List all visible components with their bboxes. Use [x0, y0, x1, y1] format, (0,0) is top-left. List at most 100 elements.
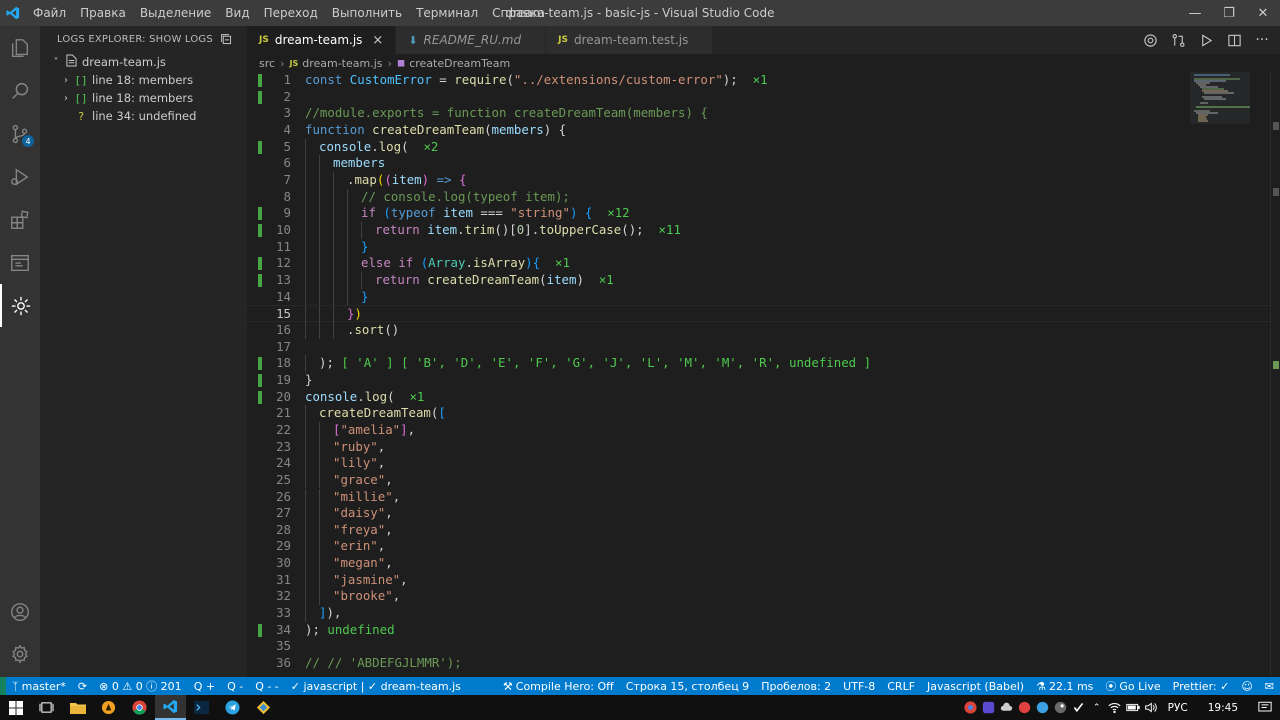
tree-log-node[interactable]: ? line 34: undefined	[40, 107, 247, 125]
prettier-status[interactable]: Prettier: ✓	[1167, 677, 1236, 695]
menu-item[interactable]: Файл	[26, 0, 73, 26]
tray-app-icon[interactable]	[1016, 695, 1034, 720]
start-button[interactable]	[0, 695, 31, 720]
code-line[interactable]: 1 const CustomError = require("../extensi…	[247, 72, 1280, 89]
tree-log-node[interactable]: ›[] line 18: members	[40, 89, 247, 107]
menu-item[interactable]: Выделение	[133, 0, 218, 26]
code-line[interactable]: 11}	[247, 238, 1280, 256]
search-button[interactable]	[0, 69, 40, 112]
battery-icon[interactable]	[1124, 695, 1142, 720]
code-line[interactable]: 8 // console.log(typeof item);	[247, 188, 1280, 206]
steam-tray-icon[interactable]	[1052, 695, 1070, 720]
code-line[interactable]: 12 else if (Array.isArray){ ×1	[247, 255, 1280, 272]
chevron-up-icon[interactable]: ⌃	[1088, 695, 1106, 720]
code-line[interactable]: 10 return item.trim()[0].toUpperCase(); ×…	[247, 221, 1280, 239]
code-line[interactable]: 18); [ 'A' ] [ 'B', 'D', 'E', 'F', 'G', …	[247, 355, 1280, 372]
menu-item[interactable]: Переход	[257, 0, 325, 26]
code-editor[interactable]: 1 const CustomError = require("../extensi…	[247, 72, 1280, 677]
code-line[interactable]: 23 "ruby",	[247, 438, 1280, 456]
code-line[interactable]: 28 "freya",	[247, 521, 1280, 539]
volume-icon[interactable]	[1142, 695, 1160, 720]
wifi-icon[interactable]	[1106, 695, 1124, 720]
zoom-out-button[interactable]: Q -	[221, 677, 249, 695]
code-line[interactable]: 34); undefined	[247, 622, 1280, 639]
minimize-icon[interactable]: —	[1178, 0, 1212, 26]
code-line[interactable]: 9 if (typeof item === "string") { ×12	[247, 205, 1280, 222]
code-line[interactable]: 13 return createDreamTeam(item) ×1	[247, 271, 1280, 289]
code-line[interactable]: 31 "jasmine",	[247, 571, 1280, 589]
code-line[interactable]: 5 console.log( ×2	[247, 138, 1280, 156]
menu-item[interactable]: Выполнить	[325, 0, 409, 26]
code-line[interactable]: 36 // // 'ABDEFGJLMMR');	[247, 655, 1280, 672]
menu-item[interactable]: Терминал	[409, 0, 485, 26]
app-diamond[interactable]	[248, 695, 279, 720]
code-line[interactable]: 2	[247, 89, 1280, 106]
eol-status[interactable]: CRLF	[881, 677, 921, 695]
vscode-app[interactable]	[155, 695, 186, 720]
tray-app-icon[interactable]	[980, 695, 998, 720]
code-line[interactable]: 24 "lily",	[247, 455, 1280, 472]
problems-status[interactable]: ⊗ 0 ⚠ 0 ⓘ 201	[93, 677, 188, 695]
code-line[interactable]: 4 function createDreamTeam(members) {	[247, 122, 1280, 139]
code-line[interactable]: 16 .sort()	[247, 321, 1280, 339]
tree-log-node[interactable]: ›[] line 18: members	[40, 71, 247, 89]
code-line[interactable]: 29 "erin",	[247, 538, 1280, 556]
code-line[interactable]: 3 //module.exports = function createDream…	[247, 105, 1280, 122]
extensions-button[interactable]	[0, 198, 40, 241]
breadcrumb-symbol[interactable]: createDreamTeam	[409, 57, 510, 70]
chevron-down-icon[interactable]: ˅	[49, 57, 63, 68]
accounts-button[interactable]	[0, 590, 40, 633]
branch-status[interactable]: ᛉ master*	[6, 677, 72, 695]
language-mode[interactable]: Javascript (Babel)	[921, 677, 1030, 695]
telegram-app[interactable]	[217, 695, 248, 720]
code-line[interactable]: 25 "grace",	[247, 471, 1280, 489]
code-line[interactable]: 27 "daisy",	[247, 505, 1280, 522]
cursor-position[interactable]: Строка 15, столбец 9	[620, 677, 755, 695]
run-icon[interactable]	[1194, 28, 1218, 52]
explorer-button[interactable]	[0, 26, 40, 69]
remote-explorer-button[interactable]	[0, 241, 40, 284]
timing-status[interactable]: ⚗ 22.1 ms	[1030, 677, 1099, 695]
chrome-app[interactable]	[124, 695, 155, 720]
tab-dream-team-test-js[interactable]: JS dream-team.test.js	[546, 26, 714, 54]
breadcrumb-folder[interactable]: src	[259, 57, 275, 70]
maximize-icon[interactable]: ❐	[1212, 0, 1246, 26]
code-line[interactable]: 26 "millie",	[247, 488, 1280, 506]
input-language[interactable]: РУС	[1160, 702, 1196, 714]
action-center-icon[interactable]	[1250, 695, 1280, 720]
notifications-icon[interactable]: ✉	[1259, 677, 1280, 695]
zoom-in-button[interactable]: Q +	[188, 677, 221, 695]
task-view-button[interactable]	[31, 695, 62, 720]
menu-item[interactable]: Правка	[73, 0, 133, 26]
file-explorer-app[interactable]	[62, 695, 93, 720]
code-line[interactable]: 14}	[247, 288, 1280, 306]
encoding-status[interactable]: UTF-8	[837, 677, 881, 695]
code-line[interactable]: 30 "megan",	[247, 555, 1280, 572]
indentation-status[interactable]: Пробелов: 2	[755, 677, 837, 695]
quokka-status[interactable]: ✓ javascript | ✓ dream-team.js	[285, 677, 467, 695]
code-line[interactable]: 17	[247, 339, 1280, 356]
terminal-app[interactable]	[186, 695, 217, 720]
code-line[interactable]: 35	[247, 638, 1280, 655]
code-line[interactable]: 33]),	[247, 605, 1280, 622]
tab-readme-ru-md[interactable]: ⬇ README_RU.md	[396, 26, 547, 54]
code-line[interactable]: 7 .map((item) => {	[247, 171, 1280, 189]
code-line[interactable]: 15})	[247, 305, 1280, 323]
more-actions-icon[interactable]: ···	[1250, 28, 1274, 52]
feedback-icon[interactable]: ☺	[1235, 677, 1258, 695]
code-line[interactable]: 19}	[247, 372, 1280, 389]
menu-item[interactable]: Справка	[485, 0, 552, 26]
logs-explorer-button[interactable]	[0, 284, 40, 327]
manage-button[interactable]	[0, 632, 40, 675]
compare-icon[interactable]	[1138, 28, 1162, 52]
sync-button[interactable]: ⟳	[72, 677, 93, 695]
go-live-button[interactable]: ⦿ Go Live	[1099, 677, 1166, 695]
code-line[interactable]: 21 createDreamTeam([	[247, 405, 1280, 422]
zoom-reset-button[interactable]: Q - -	[249, 677, 285, 695]
open-changes-icon[interactable]	[1166, 28, 1190, 52]
tray-app-icon[interactable]	[1070, 695, 1088, 720]
app-orange[interactable]	[93, 695, 124, 720]
tab-dream-team-js[interactable]: JS dream-team.js ×	[247, 26, 397, 54]
code-line[interactable]: 20 console.log( ×1	[247, 389, 1280, 406]
collapse-all-icon[interactable]	[220, 33, 233, 49]
